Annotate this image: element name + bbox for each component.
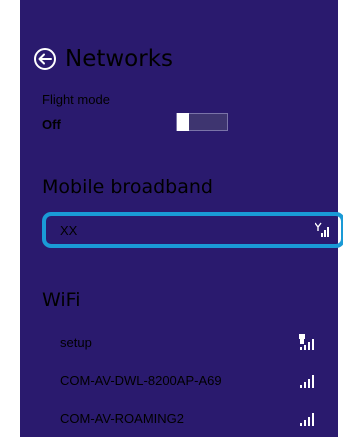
mobile-signal-icon: [315, 222, 331, 238]
wifi-network-row[interactable]: setup: [42, 324, 334, 360]
toggle-thumb[interactable]: [177, 113, 189, 131]
page-title: Networks: [65, 46, 174, 72]
flight-mode-state: Off: [42, 117, 61, 132]
wifi-title: WiFi: [42, 289, 81, 311]
flight-mode-toggle[interactable]: [176, 113, 228, 131]
network-name: COM-AV-ROAMING2: [60, 410, 184, 426]
wifi-network-row[interactable]: COM-AV-DWL-8200AP-A69: [42, 362, 334, 398]
back-arrow-icon: [38, 53, 52, 65]
flight-mode-label: Flight mode: [42, 92, 110, 107]
wifi-signal-icon: [300, 373, 316, 388]
network-name: setup: [60, 334, 92, 350]
wifi-secured-signal-icon: [299, 334, 316, 350]
wifi-signal-icon: [300, 411, 316, 426]
network-name: XX: [60, 222, 78, 238]
wifi-network-row[interactable]: COM-AV-ROAMING2: [42, 400, 334, 436]
back-button[interactable]: [34, 48, 56, 70]
header: Networks: [34, 44, 173, 74]
mobile-broadband-title: Mobile broadband: [42, 176, 213, 198]
mobile-network-row[interactable]: XX: [42, 212, 343, 248]
network-name: COM-AV-DWL-8200AP-A69: [60, 372, 222, 388]
